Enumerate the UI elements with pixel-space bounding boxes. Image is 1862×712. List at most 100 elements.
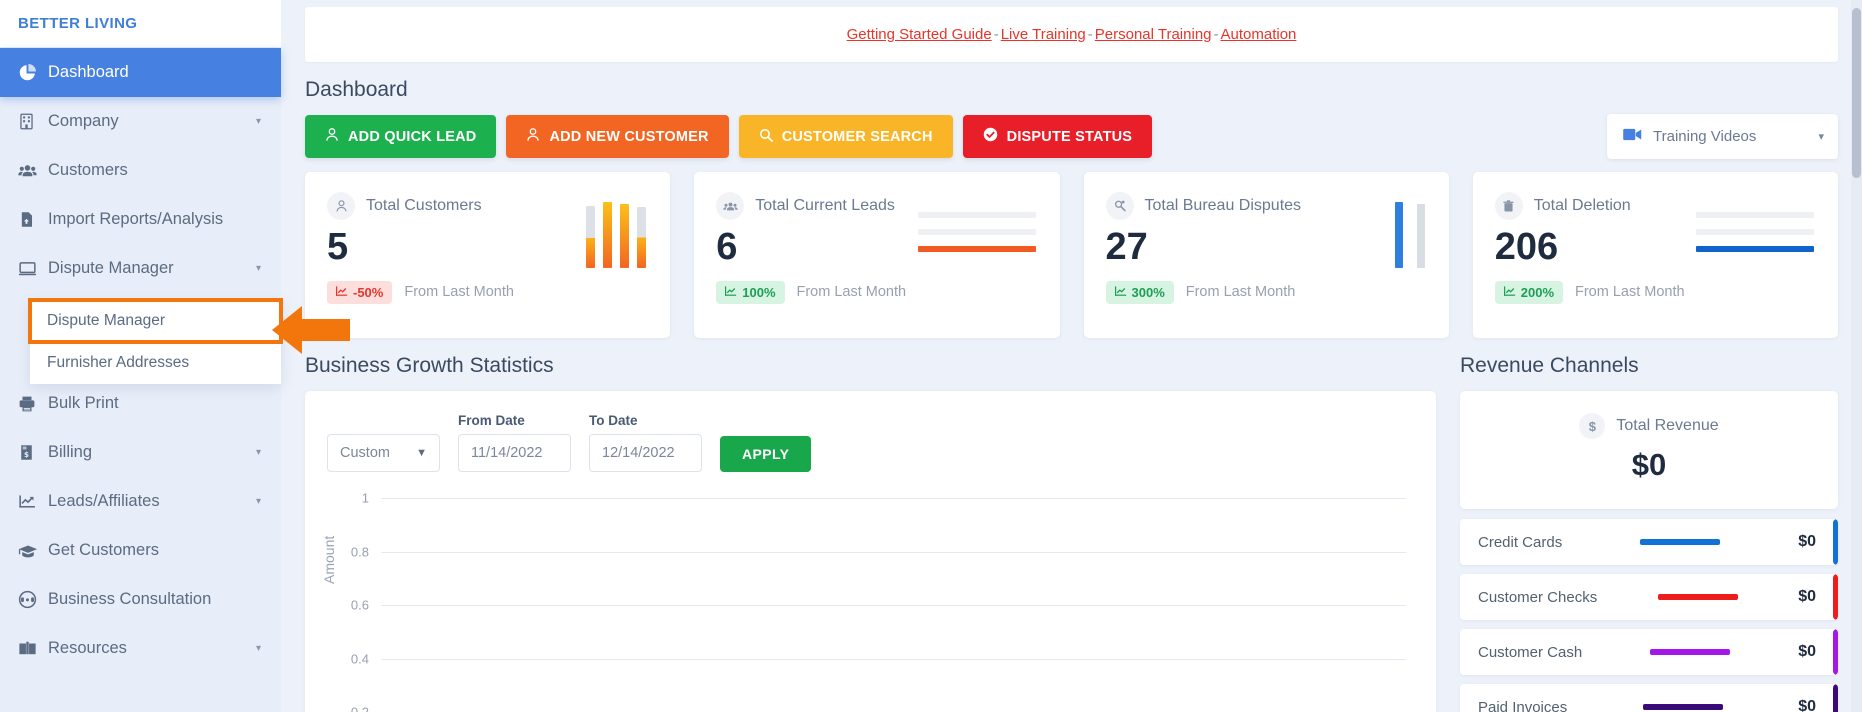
- from-date-field: From Date 11/14/2022: [458, 413, 571, 472]
- lower-section: Business Growth Statistics Custom ▼ From…: [305, 354, 1838, 712]
- book-icon: [18, 639, 48, 658]
- submenu-item-dispute-manager[interactable]: Dispute Manager: [28, 298, 283, 344]
- sidebar-item-company[interactable]: Company ▾: [0, 97, 281, 146]
- chart-line-icon: [18, 492, 48, 511]
- dashboard-app: BETTER LIVING Dashboard Company ▾ Custom…: [0, 0, 1862, 712]
- to-date-input[interactable]: 12/14/2022: [589, 434, 702, 472]
- channel-edge: [1833, 684, 1838, 712]
- users-icon: [18, 161, 48, 180]
- stat-card-total-current-leads: Total Current Leads 6 100% From Last Mon…: [694, 172, 1060, 338]
- chevron-down-icon: ▼: [416, 447, 427, 459]
- scrollbar-thumb[interactable]: [1852, 8, 1861, 178]
- training-videos-dropdown[interactable]: Training Videos ▾: [1607, 114, 1838, 159]
- stat-from-label: From Last Month: [1185, 284, 1296, 301]
- chevron-down-icon: ▾: [255, 447, 261, 458]
- users-icon: [716, 192, 745, 220]
- list-item[interactable]: Paid Invoices $0: [1460, 684, 1838, 712]
- chevron-down-icon: ▾: [255, 643, 261, 654]
- sidebar-item-resources[interactable]: Resources ▾: [0, 624, 281, 673]
- revenue-title: Revenue Channels: [1460, 354, 1639, 377]
- range-select[interactable]: Custom ▼: [327, 434, 440, 472]
- sidebar-item-bulk-print[interactable]: Bulk Print: [0, 379, 281, 428]
- page-scrollbar[interactable]: [1851, 0, 1862, 712]
- list-item[interactable]: Customer Cash $0: [1460, 629, 1838, 675]
- dispute-status-button[interactable]: DISPUTE STATUS: [962, 115, 1153, 158]
- channel-name: Customer Cash: [1478, 643, 1583, 661]
- sparkline-lines: [917, 212, 1036, 263]
- spark-bar: [620, 204, 630, 268]
- building-icon: [18, 113, 48, 130]
- training-videos-label: Training Videos: [1653, 128, 1757, 145]
- spark-bar: [1394, 202, 1403, 268]
- sidebar-item-leads-affiliates[interactable]: Leads/Affiliates ▾: [0, 477, 281, 526]
- channel-bar-wrap: [1567, 704, 1798, 710]
- stat-footer: 100% From Last Month: [716, 280, 1037, 304]
- y-tick-label: 0.4: [350, 651, 369, 666]
- sparkline-bars: [586, 202, 647, 268]
- stat-label: Total Customers: [366, 197, 482, 214]
- link-getting-started-guide[interactable]: Getting Started Guide: [847, 26, 992, 43]
- button-label: ADD QUICK LEAD: [348, 128, 477, 145]
- apply-button[interactable]: APPLY: [720, 436, 812, 472]
- grid-line: 0.8: [351, 544, 1406, 559]
- pie-chart-icon: [18, 63, 48, 82]
- sidebar-item-customers[interactable]: Customers: [0, 146, 281, 195]
- headset-icon: [18, 590, 48, 609]
- spark-line: [917, 212, 1036, 218]
- help-links: Getting Started Guide - Live Training - Pers…: [847, 26, 1297, 43]
- submenu-item-label: Dispute Manager: [47, 312, 166, 329]
- channel-amount: $0: [1798, 698, 1816, 712]
- list-item[interactable]: Credit Cards $0: [1460, 519, 1838, 565]
- total-revenue-panel: $ Total Revenue $0: [1460, 391, 1838, 509]
- add-new-customer-button[interactable]: ADD NEW CUSTOMER: [506, 115, 729, 158]
- range-select-value: Custom: [340, 445, 390, 461]
- channel-bar: [1642, 704, 1723, 710]
- sparkline-bars: [1394, 202, 1425, 268]
- stat-from-label: From Last Month: [1575, 284, 1685, 301]
- sidebar-item-business-consultation[interactable]: Business Consultation: [0, 575, 281, 624]
- sidebar-item-label: Customers: [48, 161, 128, 179]
- link-live-training[interactable]: Live Training: [1001, 26, 1086, 43]
- channel-amount: $0: [1798, 588, 1816, 605]
- stat-footer: 200% From Last Month: [1494, 280, 1816, 304]
- channel-amount: $0: [1798, 643, 1816, 660]
- printer-icon: [18, 395, 48, 413]
- stat-footer: -50% From Last Month: [327, 280, 648, 304]
- link-personal-training[interactable]: Personal Training: [1095, 26, 1212, 43]
- growth-column: Business Growth Statistics Custom ▼ From…: [305, 354, 1436, 712]
- status-badge: 200%: [1494, 280, 1563, 304]
- spark-line: [917, 229, 1036, 235]
- sidebar-item-get-customers[interactable]: Get Customers: [0, 526, 281, 575]
- grid-line: 1: [362, 491, 1406, 506]
- user-icon: [325, 127, 339, 146]
- from-date-label: From Date: [458, 413, 525, 428]
- y-tick-label: 1: [361, 490, 369, 506]
- file-upload-icon: [18, 211, 48, 228]
- graduation-cap-icon: [18, 541, 48, 561]
- sidebar-item-billing[interactable]: $ Billing ▾: [0, 428, 281, 477]
- svg-text:$: $: [24, 450, 29, 459]
- sidebar-item-import-reports[interactable]: Import Reports/Analysis: [0, 195, 281, 244]
- status-badge: -50%: [327, 280, 393, 304]
- channel-bar: [1640, 539, 1721, 545]
- spark-bar: [586, 206, 596, 268]
- status-badge: 300%: [1105, 280, 1174, 304]
- to-date-label: To Date: [589, 413, 638, 428]
- add-quick-lead-button[interactable]: ADD QUICK LEAD: [305, 115, 497, 158]
- spark-line: [1696, 246, 1814, 252]
- spark-bar: [603, 202, 613, 268]
- sidebar-item-dashboard[interactable]: Dashboard: [0, 48, 281, 97]
- sidebar-item-dispute-manager[interactable]: Dispute Manager ▾: [0, 244, 281, 293]
- list-item[interactable]: Customer Checks $0: [1460, 574, 1838, 620]
- customer-search-button[interactable]: CUSTOMER SEARCH: [738, 115, 953, 158]
- badge-value: 300%: [1131, 284, 1165, 300]
- growth-title: Business Growth Statistics: [305, 354, 554, 377]
- trend-icon: [1503, 285, 1516, 300]
- from-date-input[interactable]: 11/14/2022: [458, 434, 571, 472]
- link-automation[interactable]: Automation: [1221, 26, 1297, 43]
- submenu-item-furnisher-addresses[interactable]: Furnisher Addresses: [30, 342, 281, 384]
- page-title: Dashboard: [305, 78, 408, 101]
- stat-from-label: From Last Month: [404, 284, 514, 301]
- help-links-bar: Getting Started Guide - Live Training - Pers…: [305, 7, 1838, 62]
- grid-line: 0.4: [351, 651, 1406, 666]
